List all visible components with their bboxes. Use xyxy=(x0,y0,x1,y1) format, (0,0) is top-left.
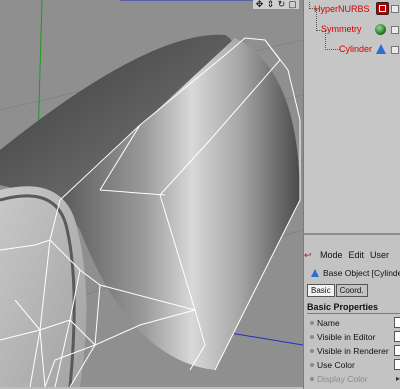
zoom-icon[interactable]: ⇕ xyxy=(266,0,275,9)
prop-visible-renderer: Visible in Renderer xyxy=(310,344,400,357)
attributes-object-line: Base Object [Cylinde xyxy=(304,266,400,280)
prop-label: Visible in Renderer xyxy=(317,345,389,356)
visibility-toggle[interactable] xyxy=(391,26,399,34)
prop-name: Name xyxy=(310,316,400,329)
expand-arrow-icon[interactable]: ▸ xyxy=(396,374,400,383)
menu-mode[interactable]: Mode xyxy=(320,250,343,260)
visible-editor-select[interactable] xyxy=(394,331,400,342)
prop-label: Name xyxy=(317,317,340,328)
prop-use-color: Use Color xyxy=(310,358,400,371)
visibility-toggle[interactable] xyxy=(391,5,399,13)
name-field[interactable] xyxy=(394,317,400,328)
tree-item-hypernurbs[interactable]: HyperNURBS xyxy=(314,2,370,16)
attributes-manager: ↩ Mode Edit User Base Object [Cylinde Ba… xyxy=(303,233,400,389)
object-manager: HyperNURBS Symmetry Cylinder xyxy=(303,0,400,233)
menu-edit[interactable]: Edit xyxy=(349,250,365,260)
prop-dot-icon xyxy=(310,362,314,367)
tab-basic[interactable]: Basic xyxy=(307,284,335,297)
use-color-select[interactable] xyxy=(394,359,400,370)
attributes-tabs: Basic Coord. xyxy=(307,284,368,297)
prop-dot-icon xyxy=(310,320,314,325)
symmetry-icon[interactable] xyxy=(375,24,386,35)
prop-label: Use Color xyxy=(317,359,355,370)
tree-item-label: HyperNURBS xyxy=(314,4,370,14)
prop-dot-icon xyxy=(310,334,314,339)
viewport-nav-icons: ✥ ⇕ ↻ ▢ xyxy=(253,0,299,9)
tree-item-label: Symmetry xyxy=(321,24,362,34)
hypernurbs-icon[interactable] xyxy=(376,2,389,15)
move-icon[interactable]: ✥ xyxy=(255,0,264,9)
object-title: Base Object [Cylinde xyxy=(323,268,400,278)
tree-item-cylinder[interactable]: Cylinder xyxy=(339,42,372,56)
tree-item-symmetry[interactable]: Symmetry xyxy=(321,22,362,36)
cylinder-icon xyxy=(311,269,319,277)
menu-user[interactable]: User xyxy=(370,250,389,260)
attributes-menubar: ↩ Mode Edit User xyxy=(304,248,400,262)
editor-viewport[interactable]: ✥ ⇕ ↻ ▢ xyxy=(0,0,303,387)
cylinder-icon[interactable] xyxy=(376,44,386,54)
viewport-canvas[interactable] xyxy=(0,0,303,387)
prop-label: Display Color xyxy=(317,373,368,384)
section-title: Basic Properties xyxy=(307,302,379,312)
prop-visible-editor: Visible in Editor xyxy=(310,330,400,343)
prop-dot-icon xyxy=(310,348,314,353)
maximize-icon[interactable]: ▢ xyxy=(288,0,297,9)
prop-label: Visible in Editor xyxy=(317,331,376,342)
section-divider xyxy=(307,313,400,314)
rotate-icon[interactable]: ↻ xyxy=(277,0,286,9)
prop-display-color: Display Color ▸ xyxy=(310,372,400,385)
tab-coord[interactable]: Coord. xyxy=(335,284,368,297)
tree-item-label: Cylinder xyxy=(339,44,373,54)
back-arrow-icon[interactable]: ↩ xyxy=(304,250,314,261)
visible-renderer-select[interactable] xyxy=(394,345,400,356)
visibility-toggle[interactable] xyxy=(391,46,399,54)
prop-dot-icon xyxy=(310,376,314,381)
